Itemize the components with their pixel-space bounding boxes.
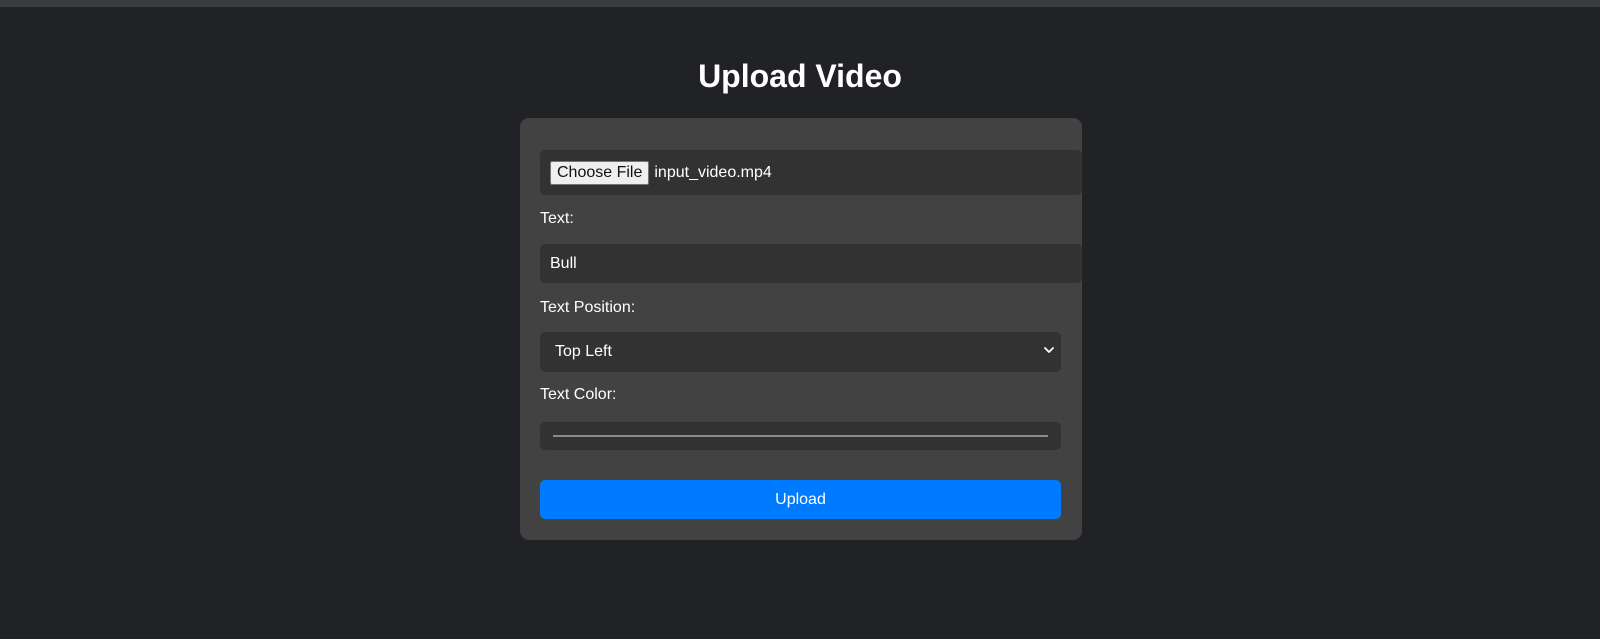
browser-top-bar	[0, 0, 1600, 7]
text-position-label: Text Position:	[540, 299, 636, 316]
upload-form: Choose File input_video.mp4 Text: Bull T…	[520, 118, 1082, 540]
page-title: Upload Video	[698, 58, 902, 94]
text-position-selected: Top Left	[555, 343, 612, 360]
file-input[interactable]: Choose File input_video.mp4	[540, 150, 1082, 195]
choose-file-button[interactable]: Choose File	[550, 160, 650, 185]
chevron-down-icon	[1044, 347, 1054, 353]
text-label: Text:	[540, 210, 574, 227]
text-input[interactable]: Bull	[540, 244, 1082, 283]
text-position-select[interactable]: Top Left	[540, 332, 1061, 372]
text-color-label: Text Color:	[540, 386, 617, 403]
selected-file-name: input_video.mp4	[654, 163, 772, 181]
text-color-input[interactable]	[540, 422, 1061, 450]
upload-button[interactable]: Upload	[540, 480, 1061, 519]
color-swatch	[553, 435, 1048, 437]
